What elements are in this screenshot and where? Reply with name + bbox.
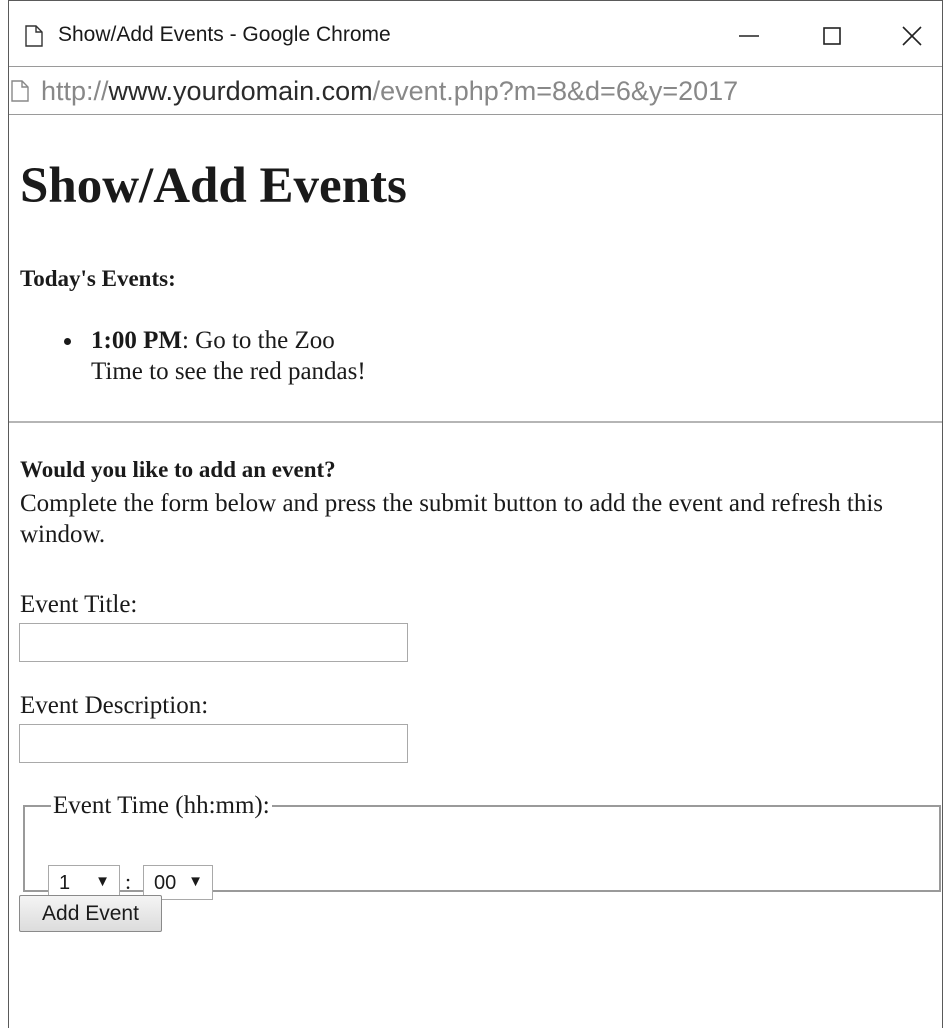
document-icon	[25, 25, 43, 47]
page-content: Show/Add Events Today's Events: 1:00 PM:…	[9, 115, 942, 1028]
event-time: 1:00 PM	[91, 327, 182, 354]
browser-window: Show/Add Events - Google Chrome http://w…	[8, 0, 943, 1028]
time-separator: :	[125, 869, 132, 894]
event-description: Time to see the red pandas!	[91, 358, 366, 385]
close-icon	[902, 26, 922, 46]
window-title: Show/Add Events - Google Chrome	[58, 23, 391, 46]
title-bar[interactable]: Show/Add Events - Google Chrome	[9, 0, 942, 66]
todays-events-heading: Today's Events:	[20, 266, 176, 291]
minimize-button[interactable]	[719, 15, 779, 57]
event-time-fieldset: Event Time (hh:mm): 1 ▼ : 00 ▼	[23, 792, 941, 900]
minute-value: 00	[154, 872, 177, 894]
form-instructions: Complete the form below and press the su…	[20, 490, 884, 548]
divider	[9, 421, 942, 423]
event-time-legend: Event Time (hh:mm):	[53, 792, 270, 819]
close-button[interactable]	[882, 15, 942, 57]
minimize-icon	[739, 35, 759, 37]
events-list: 1:00 PM: Go to the Zoo Time to see the r…	[39, 325, 366, 387]
list-item: 1:00 PM: Go to the Zoo Time to see the r…	[39, 325, 366, 387]
event-title-input[interactable]	[19, 623, 408, 662]
bullet	[64, 338, 71, 345]
page-info-icon[interactable]	[11, 80, 29, 102]
dropdown-arrow-icon: ▼	[188, 873, 203, 890]
event-description-label: Event Description:	[20, 692, 209, 719]
event-title: : Go to the Zoo	[181, 327, 335, 354]
address-bar[interactable]: http://www.yourdomain.com/event.php?m=8&…	[9, 66, 942, 115]
maximize-button[interactable]	[802, 15, 862, 57]
maximize-icon	[823, 27, 841, 45]
url-host: www.yourdomain.com	[108, 76, 373, 106]
event-title-label: Event Title:	[20, 591, 138, 618]
page-title: Show/Add Events	[20, 158, 407, 214]
add-event-button[interactable]: Add Event	[19, 895, 162, 932]
url-path: /event.php?m=8&d=6&y=2017	[372, 76, 739, 106]
dropdown-arrow-icon: ▼	[95, 873, 110, 890]
url-scheme: http://	[41, 76, 109, 106]
add-event-prompt: Would you like to add an event?	[20, 457, 336, 482]
url-text[interactable]: http://www.yourdomain.com/event.php?m=8&…	[41, 76, 738, 107]
hour-value: 1	[59, 872, 71, 894]
event-description-input[interactable]	[19, 724, 408, 763]
